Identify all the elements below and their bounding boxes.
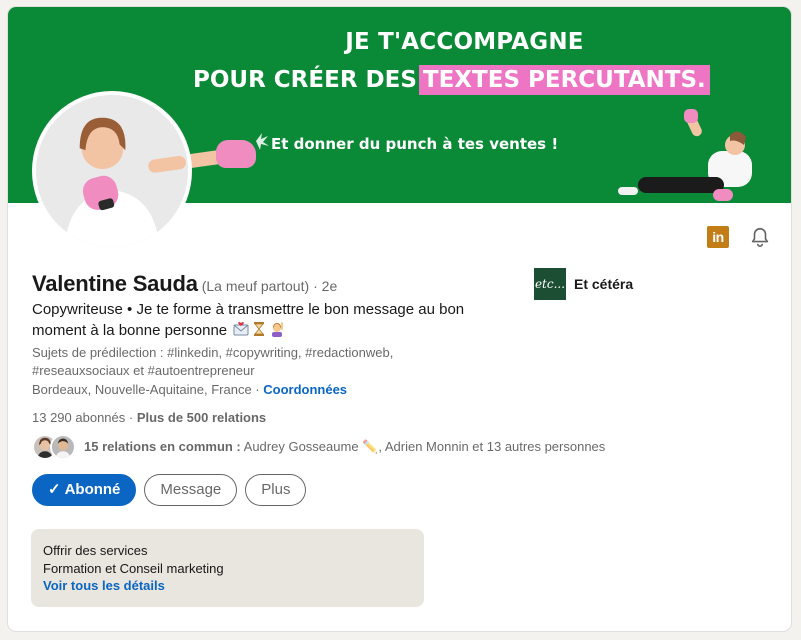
profile-top-icons: in bbox=[707, 226, 771, 248]
check-icon: ✓ bbox=[48, 481, 61, 498]
company-logo: etc... bbox=[534, 268, 566, 300]
boxing-glove-icon bbox=[216, 140, 256, 168]
bell-icon[interactable] bbox=[749, 226, 771, 248]
contact-info-link[interactable]: Coordonnées bbox=[263, 382, 347, 397]
banner-woman-illustration bbox=[618, 109, 752, 201]
followers-count[interactable]: 13 290 abonnés bbox=[32, 410, 125, 425]
banner-title: JE T'ACCOMPAGNE bbox=[345, 29, 584, 55]
banner-subtitle-prefix: POUR CRÉER DES bbox=[193, 67, 417, 93]
services-box[interactable]: Offrir des services Formation et Conseil… bbox=[31, 529, 424, 607]
punch-splash-icon bbox=[256, 133, 269, 150]
banner-highlight: TEXTES PERCUTANTS. bbox=[418, 65, 710, 95]
mutual-count: 15 relations en commun : bbox=[84, 439, 241, 454]
more-button[interactable]: Plus bbox=[245, 474, 307, 506]
banner-subtitle: POUR CRÉER DES TEXTES PERCUTANTS. bbox=[193, 65, 710, 95]
profile-actions: ✓ Abonné Message Plus bbox=[32, 474, 307, 506]
stats-separator: · bbox=[125, 410, 137, 425]
banner-tagline: Et donner du punch à tes ventes ! bbox=[271, 135, 559, 153]
avatar-photo bbox=[36, 95, 188, 247]
profile-topics: Sujets de prédilection : #linkedin, #cop… bbox=[32, 345, 394, 378]
mutual-connections[interactable]: 15 relations en commun : Audrey Gosseaum… bbox=[32, 434, 605, 460]
company-name: Et cétéra bbox=[574, 276, 634, 292]
profile-location: Bordeaux, Nouvelle-Aquitaine, France · C… bbox=[32, 382, 347, 397]
mutual-names: Audrey Gosseaume ✏️, Adrien Monnin et 13… bbox=[240, 439, 606, 454]
name-row: Valentine Sauda (La meuf partout) · 2e bbox=[32, 271, 337, 297]
connection-degree: · 2e bbox=[313, 278, 338, 294]
current-company[interactable]: etc... Et cétéra bbox=[534, 268, 633, 300]
hourglass-icon bbox=[254, 322, 265, 336]
following-button[interactable]: ✓ Abonné bbox=[32, 474, 137, 506]
profile-name: Valentine Sauda bbox=[32, 271, 198, 296]
location-separator: · bbox=[251, 382, 264, 397]
connections-count[interactable]: Plus de 500 relations bbox=[137, 410, 266, 425]
profile-pronoun: (La meuf partout) bbox=[201, 278, 310, 294]
services-title: Offrir des services bbox=[43, 543, 148, 558]
profile-avatar[interactable] bbox=[32, 91, 192, 251]
raising-hand-icon bbox=[272, 322, 284, 337]
services-description: Formation et Conseil marketing bbox=[43, 561, 224, 576]
envelope-icon bbox=[233, 322, 249, 336]
following-label: Abonné bbox=[64, 481, 121, 498]
location-text: Bordeaux, Nouvelle-Aquitaine, France bbox=[32, 382, 252, 397]
linkedin-premium-icon[interactable]: in bbox=[707, 226, 729, 248]
services-details-link[interactable]: Voir tous les détails bbox=[43, 577, 412, 594]
profile-card: JE T'ACCOMPAGNE POUR CRÉER DES TEXTES PER… bbox=[8, 7, 791, 631]
profile-headline: Copywriteuse • Je te forme à transmettre… bbox=[32, 299, 502, 341]
message-button[interactable]: Message bbox=[144, 474, 238, 506]
mutual-avatars bbox=[32, 434, 78, 460]
mutual-avatar bbox=[50, 434, 76, 460]
profile-stats: 13 290 abonnés · Plus de 500 relations bbox=[32, 410, 266, 425]
mutual-connections-text: 15 relations en commun : Audrey Gosseaum… bbox=[84, 439, 605, 455]
